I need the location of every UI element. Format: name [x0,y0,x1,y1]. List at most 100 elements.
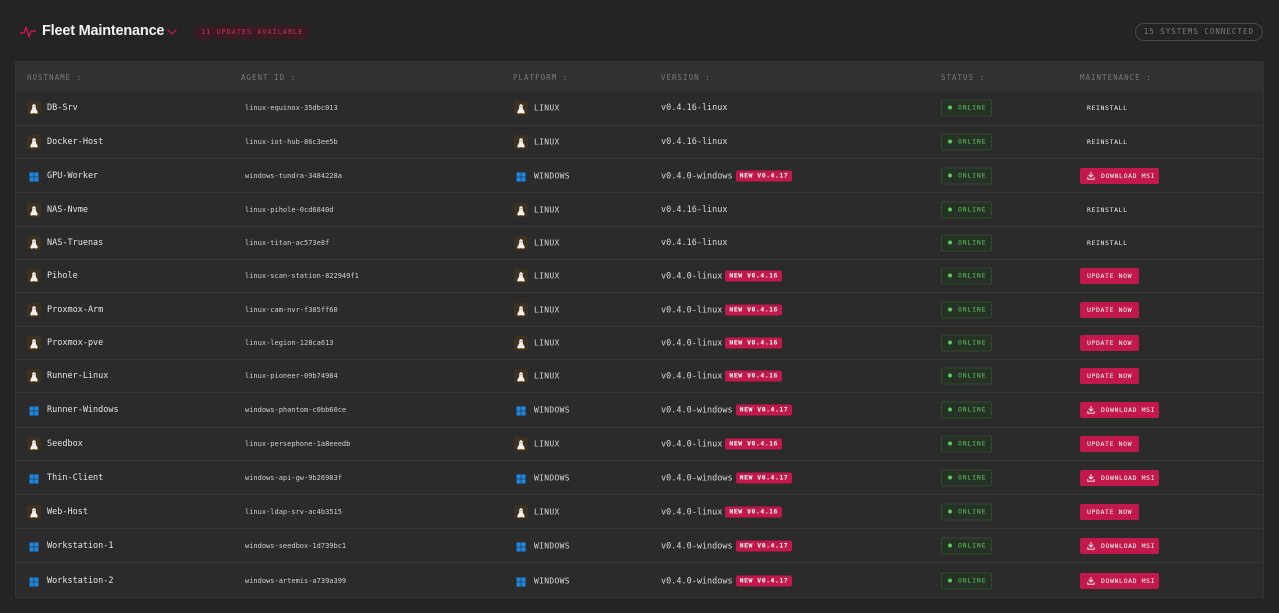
reinstall-button[interactable]: REINSTALL [1080,206,1128,214]
action-label: REINSTALL [1087,239,1128,247]
table-row[interactable]: GPU-Worker windows-tundra-3484228a WINDOWS… [16,158,1263,192]
column-header-agent-id[interactable]: AGENT ID : [241,73,296,82]
update-now-button[interactable]: UPDATE NOW [1080,268,1140,284]
column-header-hostname[interactable]: HOSTNAME : [27,73,82,82]
version-label: v0.4.16-linux [661,204,728,215]
table-row[interactable]: Seedbox linux-persephone-1a8eeedb LINUX v0.… [16,427,1263,460]
version-cell: v0.4.0-linux NEW V0.4.16 [661,304,782,315]
version-cell: v0.4.0-windows NEW V0.4.17 [661,472,793,483]
windows-icon [27,574,41,588]
action-label: REINSTALL [1087,138,1128,146]
action-label: DOWNLOAD MSI [1101,473,1156,482]
table-row[interactable]: Workstation-2 windows-artemis-a739a399 WIN… [16,562,1263,598]
table-row[interactable]: NAS-Nvme linux-pihole-0cd6840d LINUX v0.4.1… [16,192,1263,226]
agent-id-cell: linux-persephone-1a8eeedb [245,440,351,448]
status-badge: ONLINE [941,133,992,151]
update-now-button[interactable]: UPDATE NOW [1080,368,1140,384]
table-row[interactable]: Runner-Linux linux-pioneer-09b74984 LINUX v… [16,359,1263,392]
table-row[interactable]: Pihole linux-scan-station-822949f1 LINUX v0… [16,259,1263,292]
agent-id-cell: linux-pihole-0cd6840d [245,205,334,214]
agent-id-cell: windows-artemis-a739a399 [245,576,347,585]
windows-icon [514,539,528,553]
version-cell: v0.4.16-linux [661,137,728,147]
action-label: UPDATE NOW [1087,372,1133,380]
action-label: UPDATE NOW [1087,305,1133,314]
table-row[interactable]: DB-Srv linux-equinox-35dbc013 LINUX v0.4.16… [16,91,1263,125]
reinstall-button[interactable]: REINSTALL [1080,104,1128,112]
column-header-version[interactable]: VERSION : [661,73,711,82]
platform-cell: LINUX [534,271,560,281]
systems-connected-badge: 15 SYSTEMS CONNECTED [1134,23,1263,41]
reinstall-button[interactable]: REINSTALL [1080,239,1128,247]
status-badge: ONLINE [941,201,992,218]
column-header-status[interactable]: STATUS : [941,73,985,82]
chevron-down-icon[interactable] [167,28,177,36]
windows-icon [514,574,528,588]
windows-icon [27,403,41,417]
linux-icon [27,504,41,519]
table-header: HOSTNAME : AGENT ID : PLATFORM : VERSION… [16,62,1263,91]
hostname-cell: Pihole [47,271,78,281]
update-now-button[interactable]: UPDATE NOW [1080,335,1140,351]
table-row[interactable]: NAS-Truenas linux-titan-ac573e8f LINUX v0.4… [16,226,1263,259]
table-row[interactable]: Web-Host linux-ldap-srv-ac4b3515 LINUX v0.4… [16,494,1263,528]
status-badge: ONLINE [941,267,992,285]
update-now-button[interactable]: UPDATE NOW [1080,301,1140,318]
windows-icon [27,539,41,553]
agent-id-cell: linux-cam-nvr-f385ff60 [245,305,338,314]
column-header-maintenance[interactable]: MAINTENANCE : [1080,73,1152,82]
table-row[interactable]: Workstation-1 windows-seedbox-1d739bc1 WIN… [16,528,1263,562]
linux-icon [27,101,41,115]
linux-icon [514,369,528,383]
hostname-cell: NAS-Truenas [47,238,104,248]
new-version-badge: NEW V0.4.16 [725,438,782,450]
download-msi-button[interactable]: DOWNLOAD MSI [1080,167,1159,184]
platform-cell: LINUX [534,238,560,248]
new-version-badge: NEW V0.4.17 [735,575,793,586]
download-msi-button[interactable]: DOWNLOAD MSI [1080,469,1159,486]
download-msi-button[interactable]: DOWNLOAD MSI [1080,572,1159,589]
status-label: ONLINE [958,305,987,313]
table-row[interactable]: Thin-Client windows-api-gw-9b26983f WINDOW… [16,460,1263,494]
linux-icon [27,437,41,451]
agent-id-cell: windows-phantom-c0bb60ce [245,406,347,414]
status-badge: ONLINE [941,301,992,318]
column-header-label: PLATFORM [513,73,558,82]
agent-id-cell: linux-pioneer-09b74984 [245,372,338,380]
action-label: REINSTALL [1087,205,1128,214]
table-row[interactable]: Docker-Host linux-iot-hub-86c3ee5b LINUX v0… [16,125,1263,158]
agent-id-cell: linux-ldap-srv-ac4b3515 [245,507,342,516]
column-header-platform[interactable]: PLATFORM : [513,73,568,82]
version-label: v0.4.0-windows [661,541,733,551]
update-now-button[interactable]: UPDATE NOW [1080,436,1140,452]
linux-icon [27,135,41,149]
table-row[interactable]: Proxmox-pve linux-legion-128ca613 LINUX v0.… [16,326,1263,359]
status-badge: ONLINE [941,537,992,554]
table-row[interactable]: Runner-Windows windows-phantom-c0bb60ce WI… [16,392,1263,427]
agent-id-cell: linux-scan-station-822949f1 [245,272,359,280]
new-version-badge: NEW V0.4.16 [725,270,782,282]
platform-cell: WINDOWS [534,576,570,585]
reinstall-button[interactable]: REINSTALL [1080,138,1128,146]
linux-icon [27,202,41,217]
fleet-table: HOSTNAME : AGENT ID : PLATFORM : VERSION… [15,61,1264,598]
hostname-cell: Proxmox-pve [47,338,104,348]
update-now-button[interactable]: UPDATE NOW [1080,503,1140,520]
new-version-badge: NEW V0.4.17 [735,540,793,551]
version-cell: v0.4.0-linux NEW V0.4.16 [661,370,782,382]
download-msi-button[interactable]: DOWNLOAD MSI [1080,537,1159,554]
linux-icon [27,269,41,283]
action-label: DOWNLOAD MSI [1101,406,1156,414]
updates-available-badge: 11 UPDATES AVAILABLE [195,26,310,39]
download-msi-button[interactable]: DOWNLOAD MSI [1080,402,1159,418]
hostname-cell: DB-Srv [47,103,78,113]
windows-icon [27,169,41,183]
platform-cell: WINDOWS [534,405,570,415]
status-dot-icon [948,543,952,547]
status-badge: ONLINE [941,99,992,117]
table-row[interactable]: Proxmox-Arm linux-cam-nvr-f385ff60 LINUX v0… [16,292,1263,326]
status-dot-icon [948,441,952,446]
windows-icon [514,169,528,183]
version-label: v0.4.0-windows [661,576,733,586]
version-cell: v0.4.0-linux NEW V0.4.16 [661,337,782,349]
